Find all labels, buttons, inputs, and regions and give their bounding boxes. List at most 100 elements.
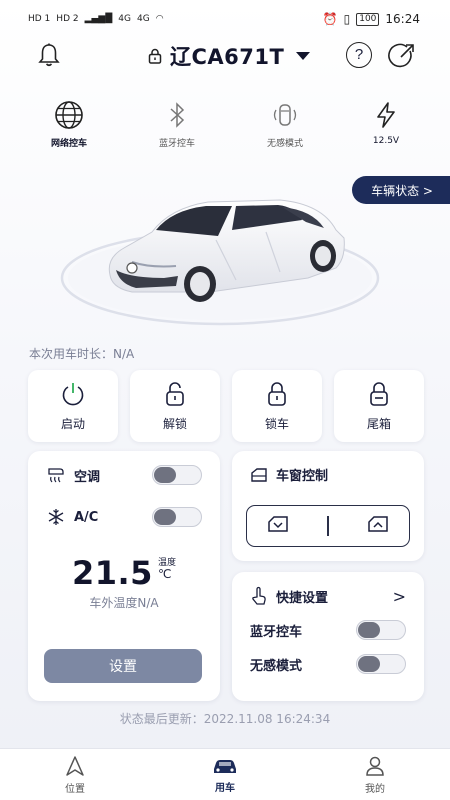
settings-button[interactable]: 设置 xyxy=(44,649,202,683)
hd1-label: HD 1 xyxy=(28,14,51,24)
quick-settings-card: 快捷设置 > 蓝牙控车 无感模式 xyxy=(232,572,424,701)
car-sensor-icon xyxy=(273,104,297,126)
top-bar: 辽CA671T ? xyxy=(0,40,450,72)
tab-profile[interactable]: 我的 xyxy=(300,749,450,800)
window-down-icon xyxy=(267,516,288,532)
status-bar-right: ⏰ ▯ 100 16:24 xyxy=(323,12,420,26)
tab-label: 用车 xyxy=(215,782,235,794)
aircon-row: 空调 xyxy=(46,465,202,485)
mode-label: 无感模式 xyxy=(266,139,303,149)
temperature-value: 21.5 xyxy=(71,554,153,592)
window-control-card: 车窗控制 xyxy=(232,451,424,561)
snowflake-icon xyxy=(48,509,64,525)
license-plate: 辽CA671T xyxy=(170,45,285,69)
usage-duration: 本次用车时长：N/A xyxy=(29,347,135,361)
tab-label: 位置 xyxy=(65,783,85,795)
bottom-tab-bar: 位置 用车 我的 xyxy=(0,748,450,800)
mode-bluetooth-control[interactable]: 蓝牙控车 xyxy=(137,100,217,149)
trunk-button[interactable]: 尾箱 xyxy=(334,370,424,442)
window-buttons xyxy=(246,505,410,547)
tab-vehicle[interactable]: 用车 xyxy=(150,749,300,800)
vehicle-selector[interactable]: 辽CA671T xyxy=(148,42,311,70)
window-down-button[interactable] xyxy=(266,514,290,538)
user-icon xyxy=(366,756,384,776)
toggle-knob xyxy=(358,622,380,638)
aircon-label: 空调 xyxy=(74,469,101,485)
start-label: 启动 xyxy=(60,416,85,431)
vehicle-status-label: 车辆状态 > xyxy=(371,183,433,198)
toggle-knob xyxy=(358,656,380,672)
tab-label: 我的 xyxy=(365,783,385,795)
temperature-display: 21.5 温度 ℃ xyxy=(28,554,220,592)
location-icon xyxy=(66,755,84,776)
aircon-toggle[interactable] xyxy=(152,465,202,485)
trunk-lock-icon xyxy=(370,381,388,406)
trunk-label: 尾箱 xyxy=(366,416,391,431)
lock-button[interactable]: 锁车 xyxy=(232,370,322,442)
temperature-unit: ℃ xyxy=(158,567,172,581)
bluetooth-setting-row: 蓝牙控车 xyxy=(250,620,406,640)
chevron-down-icon xyxy=(296,52,311,60)
battery-voltage: 12.5V xyxy=(346,100,426,146)
status-bar: HD 1 HD 2 ▂▄▆█ 4G 4G ◠ ⏰ ▯ 100 16:24 xyxy=(0,0,450,38)
hd2-label: HD 2 xyxy=(56,14,79,24)
mode-sensorless[interactable]: 无感模式 xyxy=(245,100,325,149)
network-label-2: 4G xyxy=(136,14,150,24)
power-icon xyxy=(62,382,84,405)
toggle-knob xyxy=(154,467,176,483)
sensorless-setting-row: 无感模式 xyxy=(250,654,406,674)
control-mode-row: 网络控车 蓝牙控车 无感模式 12.5V xyxy=(0,100,450,150)
tab-location[interactable]: 位置 xyxy=(0,749,150,800)
mode-network-control[interactable]: 网络控车 xyxy=(29,100,109,149)
last-update: 状态最后更新：2022.11.08 16:24:34 xyxy=(119,712,331,726)
bluetooth-icon xyxy=(170,102,185,128)
lock-label: 锁车 xyxy=(264,416,289,431)
lightning-icon xyxy=(377,102,395,128)
chevron-right-icon: > xyxy=(392,586,406,606)
hand-tap-icon xyxy=(252,586,266,605)
window-up-button[interactable] xyxy=(366,514,390,538)
aircon-icon xyxy=(48,468,64,483)
status-bar-left: HD 1 HD 2 ▂▄▆█ 4G 4G ◠ xyxy=(28,14,164,24)
clock: 16:24 xyxy=(385,12,420,26)
divider xyxy=(327,516,329,536)
quick-settings-title: 快捷设置 xyxy=(276,590,329,606)
network-label-1: 4G xyxy=(118,14,131,24)
climate-card: 空调 A/C 21.5 温度 ℃ 车外温度N/A 设置 xyxy=(28,451,220,701)
bluetooth-setting-label: 蓝牙控车 xyxy=(250,624,303,640)
globe-icon xyxy=(55,101,83,129)
battery-icon: 100 xyxy=(356,12,380,26)
window-up-icon xyxy=(368,516,389,532)
wifi-icon: ◠ xyxy=(155,14,164,24)
vehicle-status-button[interactable]: 车辆状态 > xyxy=(352,176,450,204)
mode-label: 网络控车 xyxy=(50,139,87,149)
unlock-icon xyxy=(166,381,184,406)
toggle-knob xyxy=(154,509,176,525)
window-control-header: 车窗控制 xyxy=(250,465,406,484)
ac-toggle[interactable] xyxy=(152,507,202,527)
start-button[interactable]: 启动 xyxy=(28,370,118,442)
bluetooth-toggle[interactable] xyxy=(356,620,406,640)
outside-temperature: 车外温度N/A xyxy=(89,596,159,610)
sensorless-setting-label: 无感模式 xyxy=(250,658,303,674)
share-icon[interactable] xyxy=(388,42,416,70)
unlock-button[interactable]: 解锁 xyxy=(130,370,220,442)
bell-icon[interactable] xyxy=(38,43,60,67)
lock-small-icon xyxy=(148,48,162,64)
alarm-icon: ⏰ xyxy=(322,12,338,26)
help-button[interactable]: ? xyxy=(346,42,372,68)
lock-icon xyxy=(268,381,286,406)
ac-row: A/C xyxy=(46,507,202,527)
car-image xyxy=(40,180,400,340)
mode-label: 蓝牙控车 xyxy=(158,139,195,149)
quick-settings-header[interactable]: 快捷设置 > xyxy=(250,586,406,606)
signal-icon: ▂▄▆█ xyxy=(84,14,113,24)
car-icon xyxy=(214,759,236,773)
quick-actions: 启动 解锁 锁车 尾箱 xyxy=(28,370,424,442)
window-icon xyxy=(251,467,267,482)
voltage-label: 12.5V xyxy=(372,136,400,146)
temperature-unit-block: 温度 ℃ xyxy=(158,558,176,582)
window-control-title: 车窗控制 xyxy=(276,469,329,484)
sensorless-toggle[interactable] xyxy=(356,654,406,674)
unlock-label: 解锁 xyxy=(162,416,187,431)
